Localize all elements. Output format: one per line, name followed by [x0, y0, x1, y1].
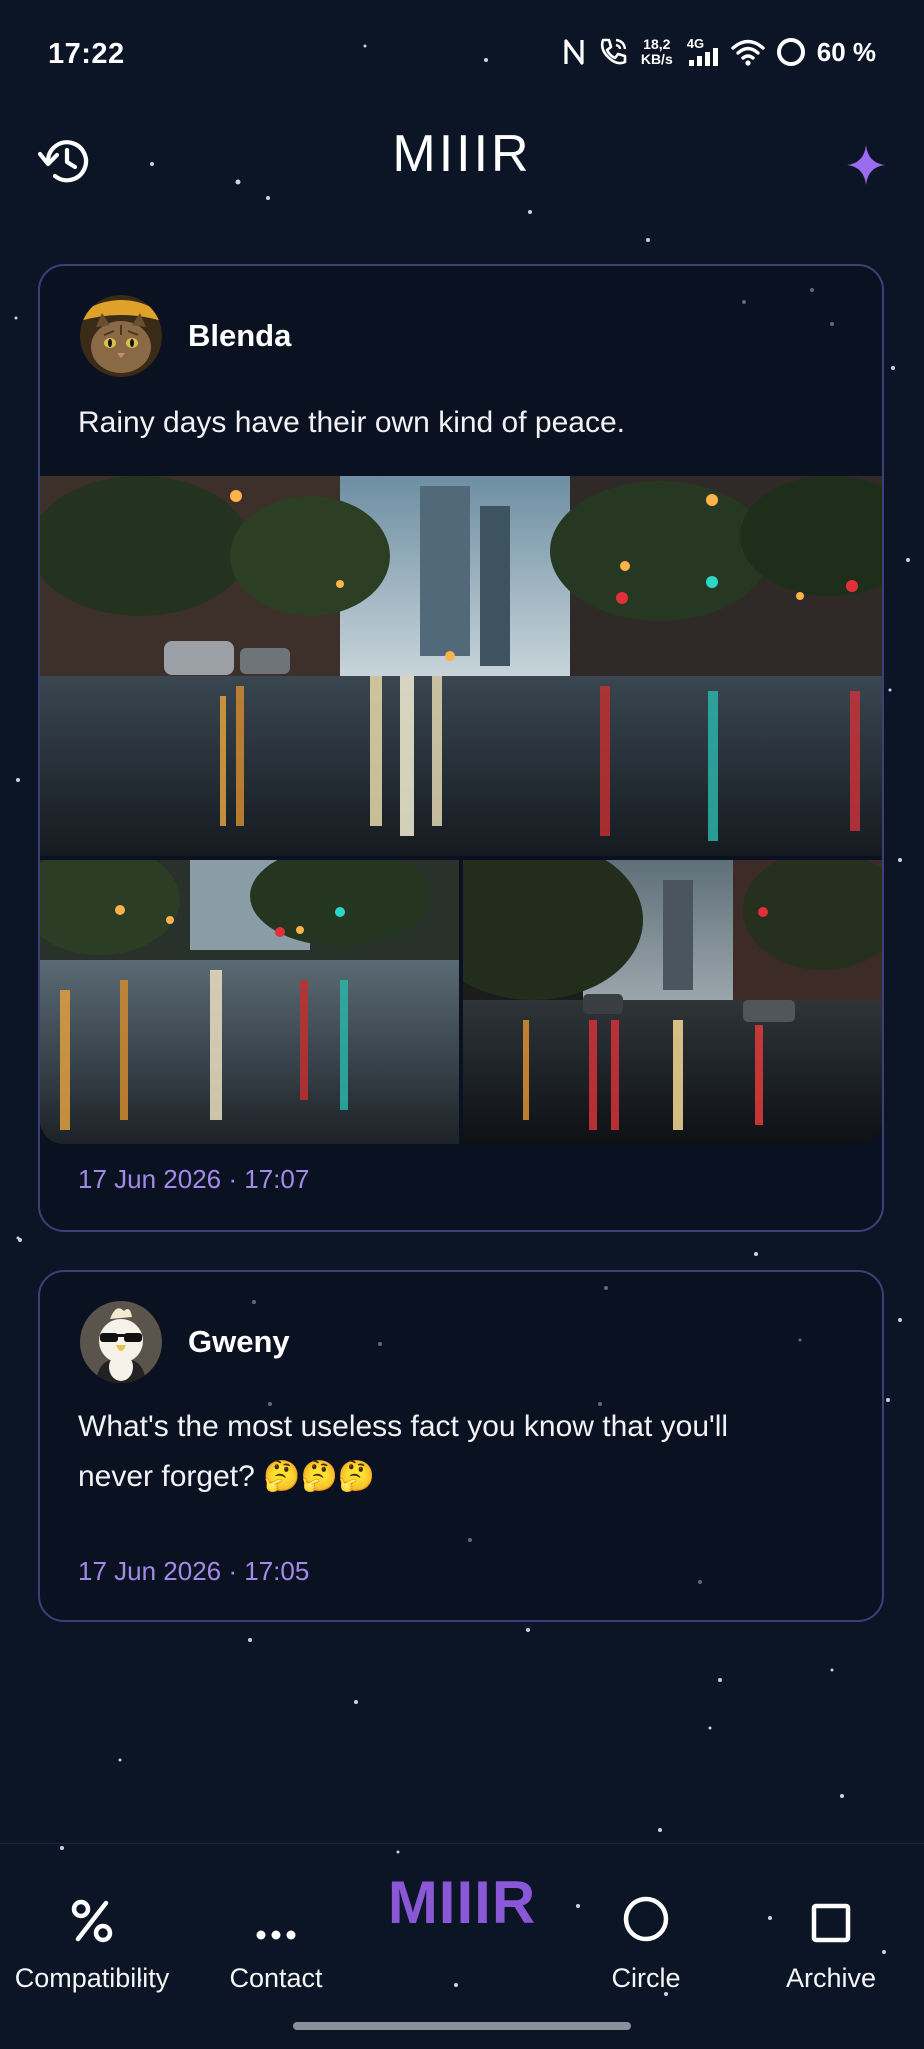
- battery-icon: [776, 38, 805, 66]
- app-title: MIIIR: [392, 125, 532, 183]
- avatar[interactable]: [80, 295, 162, 377]
- post-text: Rainy days have their own kind of peace.: [78, 406, 625, 439]
- post-date: 17 Jun 2026 · 17:07: [78, 1164, 310, 1194]
- post-text-line: What's the most useless fact you know th…: [78, 1410, 729, 1443]
- nav-home-brand[interactable]: MIIIR: [0, 1868, 924, 1937]
- post-image-right[interactable]: [463, 860, 882, 1144]
- network-speed-value: 18,2: [643, 36, 671, 52]
- post-date: 17 Jun 2026 · 17:05: [78, 1556, 310, 1586]
- home-indicator[interactable]: [293, 2022, 631, 2030]
- status-time: 17:22: [48, 38, 125, 70]
- sparkle-button[interactable]: [846, 144, 886, 191]
- cockatoo-avatar-image: [80, 1301, 162, 1383]
- nav-compatibility-label: Compatibility: [14, 1963, 170, 1993]
- battery-level: 60 %: [816, 36, 876, 67]
- status-icons: 18,2 KB/s 4G 60 %: [563, 36, 876, 68]
- network-speed: 18,2 KB/s: [641, 37, 673, 67]
- post-text-line: never forget? 🤔🤔🤔: [78, 1460, 376, 1493]
- rainy-boulevard-photo: [40, 860, 459, 1144]
- post-text: What's the most useless fact you know th…: [78, 1402, 728, 1502]
- wifi-call-icon: [600, 38, 627, 65]
- sparkle-icon: [847, 145, 885, 185]
- post-author[interactable]: Gweny: [188, 1324, 290, 1360]
- avatar[interactable]: [80, 1301, 162, 1383]
- network-speed-unit: KB/s: [640, 51, 673, 67]
- cat-avatar-image: [80, 295, 162, 377]
- nav-circle-label: Circle: [611, 1963, 681, 1993]
- rainy-avenue-photo: [463, 860, 882, 1144]
- status-bar: 17:22 18,2 KB/s 4G 60 %: [0, 0, 924, 110]
- post-card[interactable]: Blenda Rainy days have their own kind of…: [38, 264, 884, 1232]
- nav-contact-label: Contact: [229, 1963, 323, 1993]
- wifi-icon: [731, 39, 765, 66]
- post-card[interactable]: Gweny What's the most useless fact you k…: [38, 1270, 884, 1622]
- cellular-signal-icon: 4G: [685, 36, 719, 68]
- post-image-main[interactable]: [40, 476, 882, 856]
- nfc-icon: [564, 39, 584, 65]
- nav-archive-label: Archive: [785, 1963, 877, 1993]
- post-author[interactable]: Blenda: [188, 318, 291, 354]
- post-image-left[interactable]: [40, 860, 459, 1144]
- rainy-street-photo: [40, 476, 882, 856]
